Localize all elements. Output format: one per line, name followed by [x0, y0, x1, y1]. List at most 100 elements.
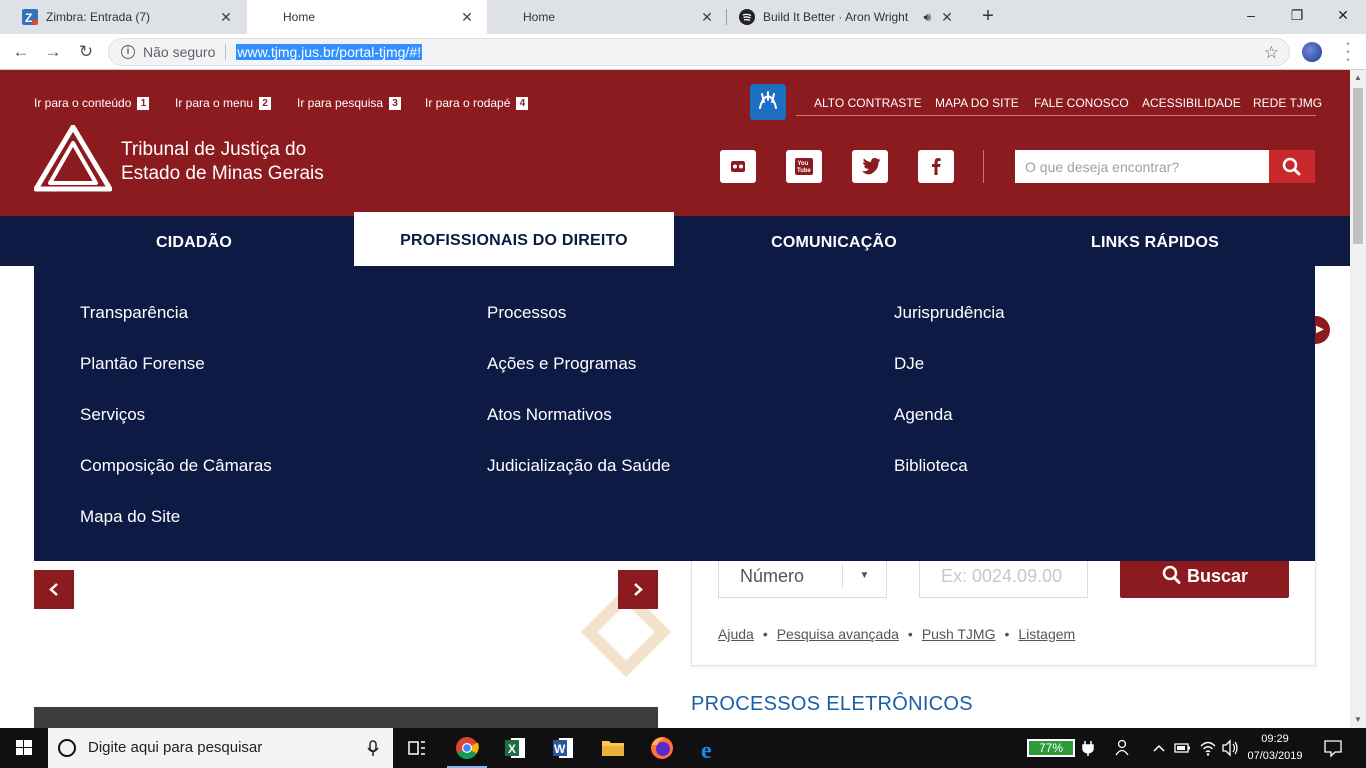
close-window-button[interactable]: ✕: [1320, 0, 1366, 30]
battery-tray-icon[interactable]: [1172, 728, 1192, 768]
file-explorer-icon[interactable]: [589, 728, 637, 768]
menu-cidadao[interactable]: CIDADÃO: [34, 216, 354, 266]
skip-link-menu[interactable]: Ir para o menu 2: [175, 96, 272, 110]
dropdown-item-jurisprudencia[interactable]: Jurisprudência: [894, 303, 1005, 323]
tab-title: Home: [523, 10, 556, 24]
skip-link-label: Ir para o rodapé: [425, 96, 511, 110]
scroll-up-icon[interactable]: ▲: [1350, 70, 1366, 86]
edge-icon[interactable]: e: [687, 728, 735, 768]
security-label[interactable]: Não seguro: [143, 44, 215, 60]
windows-start-button[interactable]: [0, 728, 48, 768]
new-tab-button[interactable]: +: [976, 4, 1000, 28]
menu-comunicacao[interactable]: COMUNICAÇÃO: [674, 216, 994, 266]
accessibility-link[interactable]: ACESSIBILIDADE: [1142, 96, 1241, 110]
skip-link-key: 3: [389, 96, 402, 110]
task-view-icon[interactable]: [393, 728, 441, 768]
word-icon[interactable]: W: [539, 728, 587, 768]
speaker-icon[interactable]: 🔊︎: [923, 10, 931, 25]
carousel-next-button[interactable]: [618, 570, 658, 609]
chevron-up-icon[interactable]: [1150, 728, 1168, 768]
site-map-link[interactable]: MAPA DO SITE: [935, 96, 1019, 110]
battery-indicator[interactable]: 77%: [1027, 739, 1075, 757]
minimize-button[interactable]: –: [1228, 0, 1274, 30]
skip-link-content[interactable]: Ir para o conteúdo 1: [34, 96, 150, 110]
menu-profissionais-do-direito[interactable]: PROFISSIONAIS DO DIREITO: [354, 212, 674, 266]
address-bar[interactable]: i Não seguro www.tjmg.jus.br/portal-tjmg…: [108, 38, 1290, 66]
flickr-icon[interactable]: [720, 150, 756, 183]
dropdown-item-atos-normativos[interactable]: Atos Normativos: [487, 405, 612, 425]
people-icon[interactable]: [1112, 728, 1134, 768]
search-icon: [1282, 157, 1301, 176]
query-help-links: Ajuda • Pesquisa avançada • Push TJMG • Listag…: [718, 626, 1075, 642]
wifi-icon[interactable]: [1198, 728, 1218, 768]
scroll-down-icon[interactable]: ▼: [1350, 712, 1366, 728]
tab-home[interactable]: Home ✕: [487, 0, 727, 34]
microphone-icon[interactable]: [366, 728, 380, 768]
dropdown-item-agenda[interactable]: Agenda: [894, 405, 953, 425]
taskbar-search-box[interactable]: Digite aqui para pesquisar: [48, 728, 393, 768]
contact-link[interactable]: FALE CONOSCO: [1034, 96, 1129, 110]
system-clock[interactable]: 09:29 07/03/2019: [1242, 731, 1308, 765]
maximize-button[interactable]: ❐: [1274, 0, 1320, 30]
mega-menu-dropdown: Transparência Plantão Forense Serviços C…: [34, 266, 1315, 561]
dropdown-item-biblioteca[interactable]: Biblioteca: [894, 456, 968, 476]
skip-link-label: Ir para pesquisa: [297, 96, 384, 110]
excel-icon[interactable]: X: [491, 728, 539, 768]
page-scrollbar[interactable]: ▲ ▼: [1350, 70, 1366, 728]
windows-logo-icon: [16, 740, 32, 755]
profile-avatar[interactable]: [1302, 42, 1322, 62]
site-search-input[interactable]: [1015, 150, 1269, 183]
scrollbar-thumb[interactable]: [1353, 88, 1363, 244]
dropdown-item-mapa-do-site[interactable]: Mapa do Site: [80, 507, 180, 527]
taskbar-search-placeholder: Digite aqui para pesquisar: [88, 739, 263, 756]
tab-home-active[interactable]: Home ✕: [247, 0, 487, 34]
chevron-down-icon[interactable]: ▼: [842, 564, 886, 588]
high-contrast-link[interactable]: ALTO CONTRASTE: [814, 96, 922, 110]
dropdown-item-judicializacao-saude[interactable]: Judicialização da Saúde: [487, 456, 670, 476]
power-plug-icon[interactable]: [1078, 728, 1098, 768]
browser-menu-icon[interactable]: · · ·: [1340, 36, 1356, 68]
menu-links-rapidos[interactable]: LINKS RÁPIDOS: [995, 216, 1315, 266]
skip-link-key: 1: [137, 96, 150, 110]
twitter-icon[interactable]: [852, 150, 888, 183]
reload-button[interactable]: ↻: [74, 40, 98, 64]
dropdown-item-servicos[interactable]: Serviços: [80, 405, 145, 425]
bookmark-star-icon[interactable]: ☆: [1264, 43, 1279, 63]
facebook-icon[interactable]: [918, 150, 954, 183]
dropdown-item-composicao-camaras[interactable]: Composição de Câmaras: [80, 456, 272, 476]
tab-spotify[interactable]: Build It Better · Aron Wright 🔊︎ ✕: [727, 0, 967, 34]
site-search-button[interactable]: [1269, 150, 1315, 183]
close-tab-icon[interactable]: ✕: [459, 9, 475, 26]
firefox-icon[interactable]: [638, 728, 686, 768]
dropdown-item-transparencia[interactable]: Transparência: [80, 303, 188, 323]
tjmg-network-link[interactable]: REDE TJMG: [1253, 96, 1322, 110]
url-text[interactable]: www.tjmg.jus.br/portal-tjmg/#!: [236, 44, 422, 60]
back-button[interactable]: ←: [9, 40, 33, 64]
close-tab-icon[interactable]: ✕: [218, 9, 234, 26]
chrome-icon[interactable]: [443, 728, 491, 768]
advanced-search-link[interactable]: Pesquisa avançada: [777, 626, 899, 642]
notifications-icon[interactable]: [1318, 728, 1348, 768]
skip-link-footer[interactable]: Ir para o rodapé 4: [425, 96, 529, 110]
volume-icon[interactable]: [1220, 728, 1240, 768]
push-tjmg-link[interactable]: Push TJMG: [922, 626, 996, 642]
dropdown-item-plantao-forense[interactable]: Plantão Forense: [80, 354, 205, 374]
youtube-icon[interactable]: You Tube: [786, 150, 822, 183]
tab-zimbra[interactable]: Z Zimbra: Entrada (7) ✕: [10, 0, 246, 34]
skip-link-search[interactable]: Ir para pesquisa 3: [297, 96, 402, 110]
sign-language-icon[interactable]: [750, 84, 786, 120]
close-tab-icon[interactable]: ✕: [699, 9, 715, 26]
listing-link[interactable]: Listagem: [1018, 626, 1075, 642]
dropdown-item-acoes-programas[interactable]: Ações e Programas: [487, 354, 636, 374]
help-link[interactable]: Ajuda: [718, 626, 754, 642]
close-tab-icon[interactable]: ✕: [939, 9, 955, 26]
carousel-prev-button[interactable]: [34, 570, 74, 609]
search-icon: [1162, 565, 1181, 584]
dropdown-item-processos[interactable]: Processos: [487, 303, 566, 323]
forward-button[interactable]: →: [41, 40, 65, 64]
dropdown-item-dje[interactable]: DJe: [894, 354, 924, 374]
brand-name[interactable]: Tribunal de Justiça do Estado de Minas G…: [121, 138, 324, 186]
info-icon[interactable]: i: [121, 45, 135, 59]
header-divider: [983, 150, 984, 183]
tjmg-logo-icon[interactable]: [33, 124, 113, 193]
